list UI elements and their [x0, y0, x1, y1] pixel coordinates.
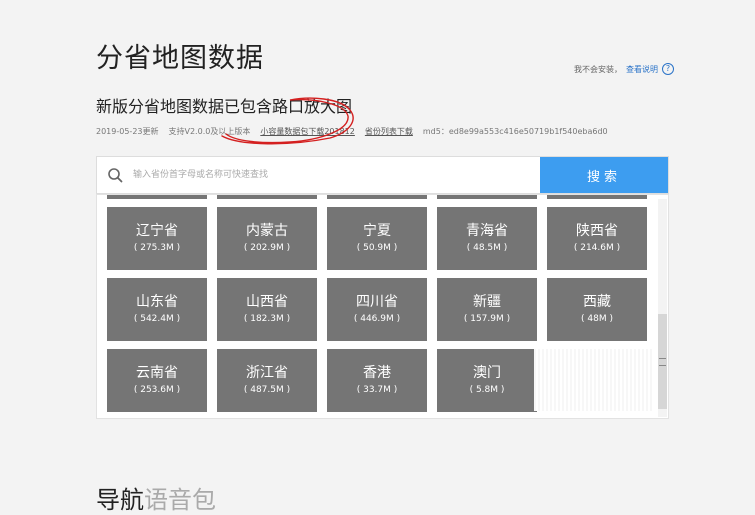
province-name: 陕西省	[576, 223, 618, 239]
province-size: ( 48.5M )	[466, 243, 508, 253]
province-tile[interactable]: 西藏 ( 48M )	[547, 278, 647, 341]
province-tile[interactable]: 澳门 ( 5.8M )	[437, 349, 537, 412]
search-icon	[108, 168, 123, 183]
province-size: ( 542.4M )	[133, 314, 181, 324]
province-name: 宁夏	[363, 223, 391, 239]
section-heading: 导航语音包	[96, 480, 216, 515]
province-tile[interactable]: 山东省 ( 542.4M )	[107, 278, 207, 341]
tile-partial-row	[217, 195, 317, 199]
province-search-bar: 搜索	[96, 156, 669, 194]
province-tile[interactable]: 四川省 ( 446.9M )	[327, 278, 427, 341]
section-title-muted: 语音包	[144, 486, 216, 514]
province-name: 云南省	[136, 365, 178, 381]
province-grid: 辽宁省 ( 275.3M ) 内蒙古 ( 202.9M ) 宁夏 ( 50.9M…	[96, 194, 669, 419]
province-name: 山东省	[136, 294, 178, 310]
province-name: 山西省	[246, 294, 288, 310]
page-title: 分省地图数据	[96, 43, 264, 74]
install-help: 我不会安装， 查看说明 ?	[574, 63, 674, 75]
section-title: 导航	[96, 486, 144, 514]
province-size: ( 157.9M )	[463, 314, 511, 324]
province-size: ( 446.9M )	[353, 314, 401, 324]
province-size: ( 50.9M )	[356, 243, 398, 253]
tile-partial-row	[327, 195, 427, 199]
province-tile[interactable]: 青海省 ( 48.5M )	[437, 207, 537, 270]
province-name: 内蒙古	[246, 223, 288, 239]
small-package-link[interactable]: 小容量数据包下载201812	[260, 126, 355, 137]
province-name: 辽宁省	[136, 223, 178, 239]
tile-partial-row	[547, 195, 647, 199]
province-tile[interactable]: 内蒙古 ( 202.9M )	[217, 207, 317, 270]
province-name: 新疆	[473, 294, 501, 310]
province-size: ( 182.3M )	[243, 314, 291, 324]
province-name: 澳门	[473, 365, 501, 381]
province-size: ( 5.8M )	[469, 385, 505, 395]
province-name: 四川省	[356, 294, 398, 310]
province-size: ( 48M )	[581, 314, 613, 324]
province-name: 香港	[363, 365, 391, 381]
province-size: ( 275.3M )	[133, 243, 181, 253]
province-tile[interactable]: 辽宁省 ( 275.3M )	[107, 207, 207, 270]
download-title: 新版分省地图数据已包含路口放大图	[96, 97, 353, 116]
province-tile[interactable]: 香港 ( 33.7M )	[327, 349, 427, 412]
province-name: 浙江省	[246, 365, 288, 381]
province-size: ( 253.6M )	[133, 385, 181, 395]
province-name: 青海省	[466, 223, 508, 239]
version-support: 支持V2.0.0及以上版本	[168, 127, 251, 136]
search-input[interactable]	[131, 169, 535, 181]
province-size: ( 487.5M )	[243, 385, 291, 395]
md5-checksum: md5：ed8e99a553c416e50719b1f540eba6d0	[422, 127, 608, 136]
province-tile[interactable]: 新疆 ( 157.9M )	[437, 278, 537, 341]
province-size: ( 214.6M )	[573, 243, 621, 253]
province-tile[interactable]: 陕西省 ( 214.6M )	[547, 207, 647, 270]
tile-partial-row	[107, 195, 207, 199]
download-meta: 2019-05-23更新 支持V2.0.0及以上版本 小容量数据包下载20181…	[96, 126, 608, 137]
grid-scrollbar[interactable]	[658, 199, 667, 417]
province-list-link[interactable]: 省份列表下载	[365, 126, 413, 137]
tile-partial-row	[437, 195, 537, 199]
province-size: ( 33.7M )	[356, 385, 398, 395]
search-button[interactable]: 搜索	[540, 157, 668, 193]
scroll-thumb[interactable]	[658, 314, 667, 409]
help-text: 我不会安装，	[574, 64, 622, 74]
province-tile[interactable]: 云南省 ( 253.6M )	[107, 349, 207, 412]
province-tile[interactable]: 宁夏 ( 50.9M )	[327, 207, 427, 270]
province-size: ( 202.9M )	[243, 243, 291, 253]
province-tile[interactable]: 浙江省 ( 487.5M )	[217, 349, 317, 412]
update-date: 2019-05-23更新	[96, 127, 159, 136]
province-tile[interactable]: 山西省 ( 182.3M )	[217, 278, 317, 341]
empty-slot	[534, 349, 654, 411]
question-icon[interactable]: ?	[662, 63, 674, 75]
province-name: 西藏	[583, 294, 611, 310]
grip-icon	[659, 358, 666, 366]
help-link[interactable]: 查看说明	[626, 64, 658, 75]
